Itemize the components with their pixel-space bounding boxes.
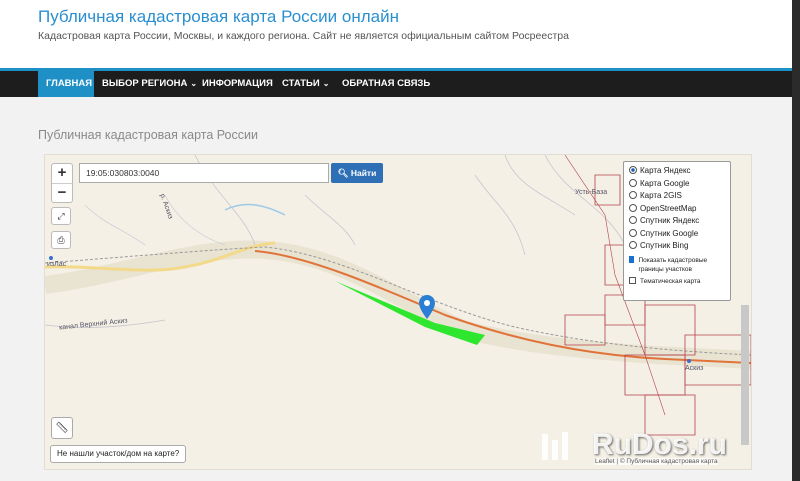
nav-item-feedback[interactable]: ОБРАТНАЯ СВЯЗЬ: [334, 71, 430, 97]
option-thematic-map[interactable]: Тематическая карта: [629, 276, 725, 286]
window-edge: [792, 0, 800, 481]
site-description: Кадастровая карта России, Москвы, и кажд…: [38, 30, 569, 42]
expand-icon: ⤢: [57, 211, 65, 221]
layer-switcher: Карта Яндекс Карта Google Карта 2GIS Ope…: [623, 161, 731, 301]
cadastral-search-input[interactable]: 19:05:030803:0040: [79, 163, 329, 183]
site-header: Публичная кадастровая карта России онлай…: [0, 0, 800, 68]
nav-item-info[interactable]: ИНФОРМАЦИЯ: [194, 71, 274, 97]
radio[interactable]: [629, 178, 637, 187]
map-label-askiz: Аскиз: [685, 365, 704, 372]
ruler-icon: 📏︎: [55, 422, 69, 434]
watermark-logo-icon: [542, 432, 568, 460]
radio[interactable]: [629, 228, 637, 237]
main-nav: ГЛАВНАЯ ВЫБОР РЕГИОНА ⌄ ИНФОРМАЦИЯ СТАТЬИ…: [0, 68, 800, 97]
nav-item-home[interactable]: ГЛАВНАЯ: [38, 71, 94, 97]
checkbox-checked[interactable]: [629, 255, 635, 263]
layer-option-google-satellite[interactable]: Спутник Google: [629, 228, 725, 241]
search-icon: 🔍︎: [337, 168, 349, 178]
not-found-button[interactable]: Не нашли участок/дом на карте?: [50, 445, 187, 463]
chevron-down-icon: ⌄: [322, 79, 330, 88]
nav-item-articles[interactable]: СТАТЬИ ⌄: [274, 71, 334, 97]
map-scrollbar[interactable]: [741, 305, 749, 445]
watermark: RuDos.ru: [592, 428, 727, 461]
page-title: Публичная кадастровая карта России: [38, 128, 258, 142]
fullscreen-button[interactable]: ⤢: [51, 207, 71, 225]
layer-option-yandex-map[interactable]: Карта Яндекс: [629, 165, 725, 178]
layer-option-osm[interactable]: OpenStreetMap: [629, 203, 725, 216]
checkbox[interactable]: [629, 276, 636, 284]
option-cadastral-borders[interactable]: Показать кадастровые границы участков: [629, 255, 725, 274]
radio[interactable]: [629, 191, 637, 199]
print-button[interactable]: ⎙: [51, 231, 71, 249]
layer-option-bing-satellite[interactable]: Спутник Bing: [629, 240, 725, 253]
radio[interactable]: [629, 203, 637, 212]
radio-selected[interactable]: [629, 166, 637, 174]
site-title[interactable]: Публичная кадастровая карта России онлай…: [38, 7, 399, 27]
zoom-in-button[interactable]: +: [52, 164, 72, 184]
nav-item-region[interactable]: ВЫБОР РЕГИОНА ⌄: [94, 71, 197, 97]
layer-option-yandex-satellite[interactable]: Спутник Яндекс: [629, 215, 725, 228]
measure-button[interactable]: 📏︎: [51, 417, 73, 439]
location-marker-icon[interactable]: [419, 295, 435, 319]
zoom-out-button[interactable]: −: [52, 184, 72, 203]
printer-icon: ⎙: [57, 235, 65, 245]
map-label-ust-baza: Усть-База: [575, 189, 608, 196]
cadastral-map[interactable]: Усть-База Аскиз р. Аскиз изЛас канал Вер…: [44, 154, 752, 470]
layer-option-2gis-map[interactable]: Карта 2GIS: [629, 190, 725, 203]
zoom-control: + −: [51, 163, 73, 203]
radio[interactable]: [629, 216, 637, 224]
radio[interactable]: [629, 241, 637, 249]
layer-option-google-map[interactable]: Карта Google: [629, 178, 725, 191]
search-button[interactable]: 🔍︎ Найти: [331, 163, 383, 183]
map-label-izlas: изЛас: [47, 261, 67, 268]
